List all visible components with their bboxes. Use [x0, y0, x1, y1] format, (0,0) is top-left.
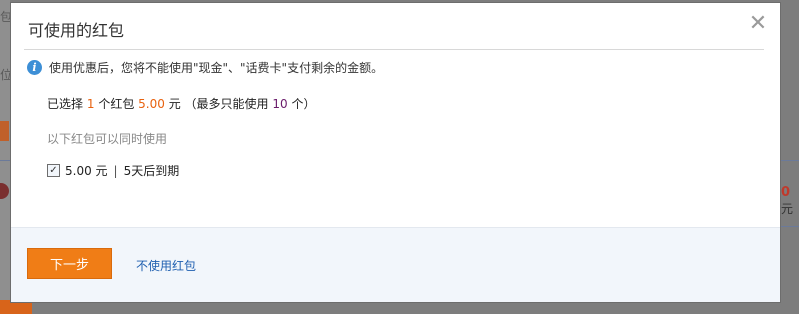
- no-coupon-link[interactable]: 不使用红包: [136, 257, 196, 274]
- close-icon[interactable]: ✕: [748, 13, 768, 35]
- title-divider: [24, 49, 764, 50]
- background-tag: [0, 121, 9, 141]
- background-amount: 0元: [781, 185, 794, 216]
- coupon-amount: 5.00 元: [65, 164, 108, 178]
- coupon-checkbox[interactable]: ✓: [47, 164, 60, 177]
- dialog-title: 可使用的红包: [28, 21, 125, 40]
- background-left-strip: [0, 0, 10, 314]
- combinable-hint: 以下红包可以同时使用: [47, 132, 168, 146]
- notice-bar: i 使用优惠后，您将不能使用"现金"、"话费卡"支付剩余的金额。: [27, 57, 383, 77]
- background-divider-left: [0, 160, 10, 161]
- next-step-button[interactable]: 下一步: [27, 248, 112, 279]
- selected-count: 1: [86, 97, 95, 111]
- coupon-separator: |: [113, 163, 118, 178]
- coupon-dialog: 可使用的红包 ✕ i 使用优惠后，您将不能使用"现金"、"话费卡"支付剩余的金额…: [10, 2, 781, 303]
- selected-amount: 5.00: [138, 97, 165, 111]
- coupon-item[interactable]: ✓ 5.00 元 | 5天后到期: [47, 162, 179, 179]
- info-icon: i: [27, 59, 42, 75]
- selection-summary: 已选择 1 个红包 5.00 元 （最多只能使用 10 个）: [47, 97, 316, 111]
- background-divider-right: [781, 160, 799, 161]
- notice-text: 使用优惠后，您将不能使用"现金"、"话费卡"支付剩余的金额。: [49, 60, 384, 75]
- dialog-footer: 下一步 不使用红包: [11, 227, 780, 302]
- coupon-expiry: 5天后到期: [123, 164, 180, 178]
- limit-count: 10: [272, 97, 288, 111]
- background-divider-right-lower: [781, 226, 799, 227]
